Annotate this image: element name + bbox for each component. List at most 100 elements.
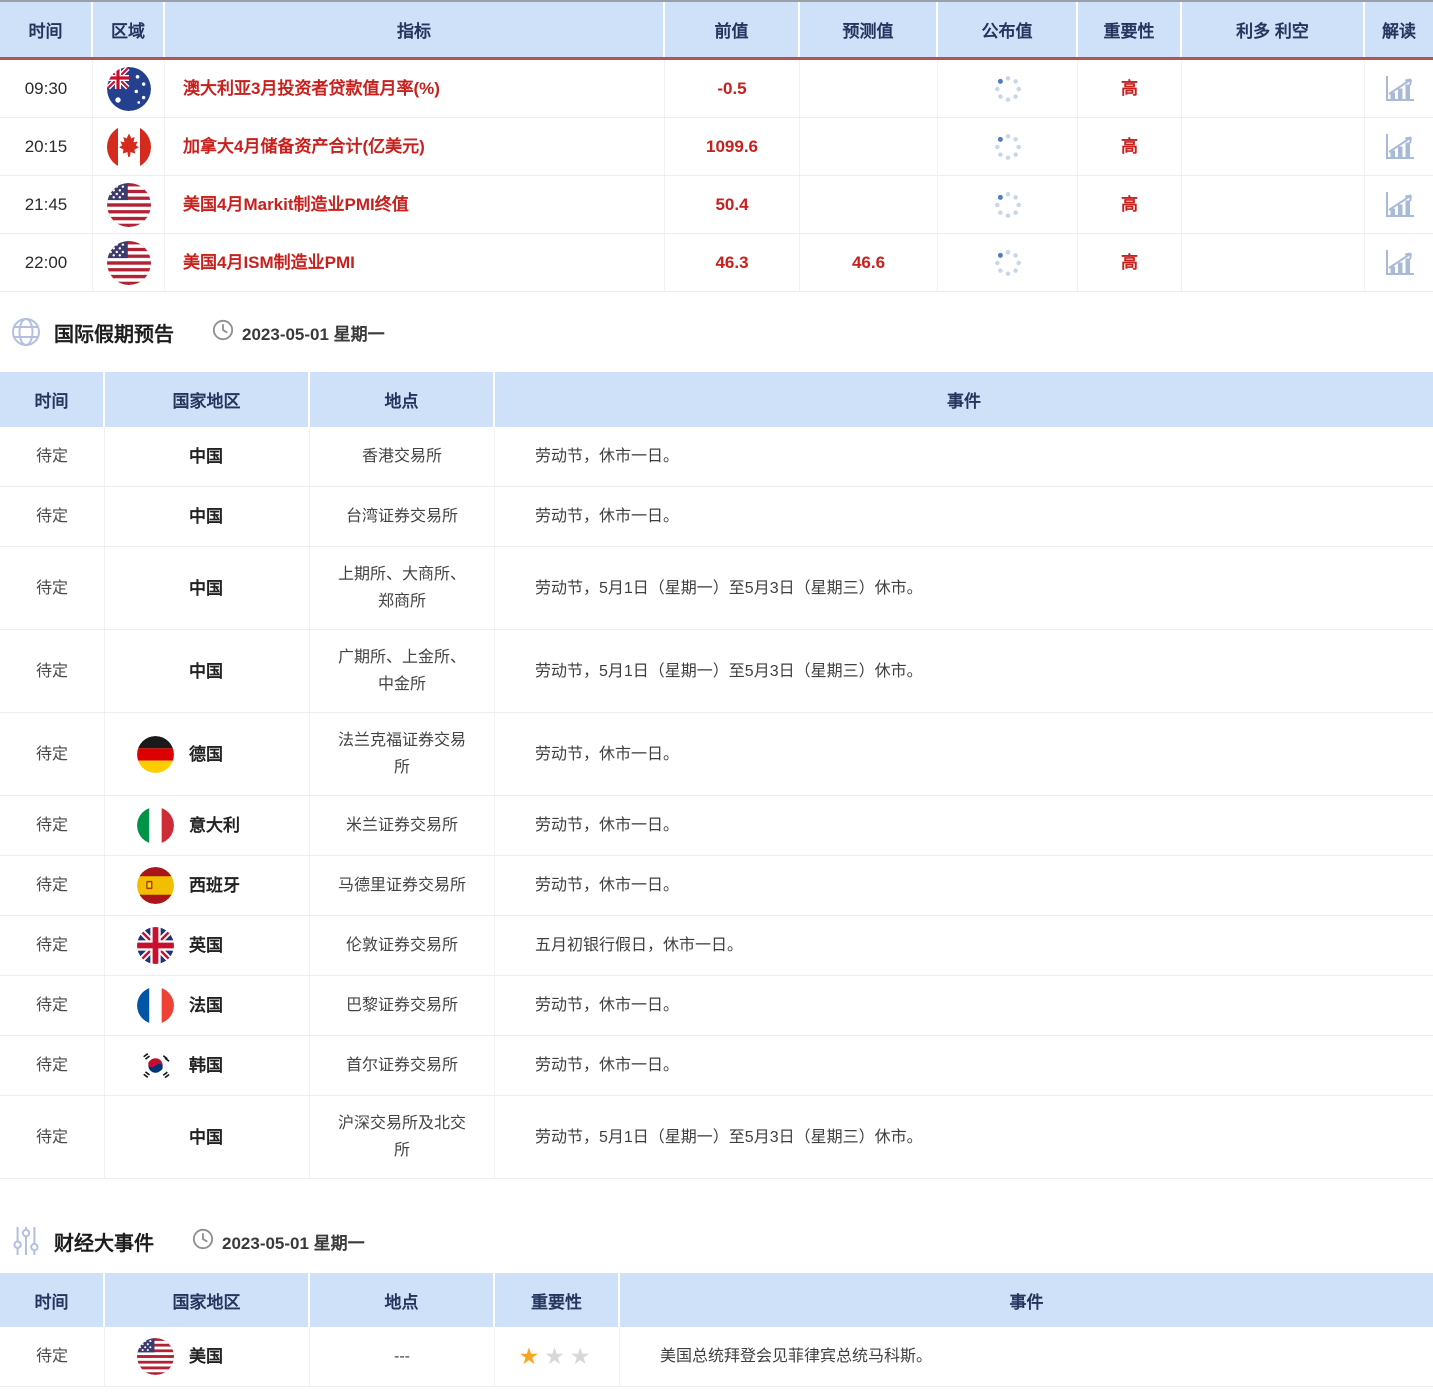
events-table-header: 时间 国家地区 地点 重要性 事件: [0, 1273, 1433, 1327]
col-header-bull-bear: 利多 利空: [1182, 2, 1365, 57]
col-header-time: 时间: [0, 1273, 105, 1327]
country-cell: 西班牙: [105, 856, 310, 915]
events-section-date: 2023-05-01 星期一: [192, 1228, 365, 1255]
economic-calendar-header: 时间 区域 指标 前值 预测值 公布值 重要性 利多 利空 解读: [0, 2, 1433, 60]
holiday-section-header: 国际假期预告 2023-05-01 星期一: [0, 314, 1433, 350]
economic-calendar-body: 09:30 澳大利亚3月投资者贷款值月率(%) -0.5 高 20:15 加拿大4…: [0, 60, 1433, 292]
sliders-icon: [10, 1225, 42, 1257]
flag-usa-icon: [106, 240, 151, 285]
event-text: 劳动节，休市一日。: [535, 508, 680, 525]
country-cell: 英国: [105, 916, 310, 975]
col-header-interpret: 解读: [1382, 22, 1416, 41]
country-cell: 中国: [105, 1096, 310, 1178]
forecast-value-cell: 46.6: [800, 234, 938, 291]
place-value: 马德里证券交易所: [337, 877, 466, 894]
holiday-row: 待定 中国 上期所、大商所、郑商所 劳动节，5月1日（星期一）至5月3日（星期三）休市…: [0, 547, 1433, 630]
flag-italy-icon: [137, 807, 174, 844]
country-cell: 美国: [105, 1327, 310, 1386]
country-name: 英国: [189, 936, 223, 955]
time-cell: 待定: [0, 427, 105, 486]
flag-slot: [137, 867, 189, 905]
events-table-body: 待定 美国 --- ★★★ 美国总统拜登会见菲律宾总统马科斯。: [0, 1327, 1433, 1387]
country-wrap: 中国: [137, 569, 223, 607]
flag-slot: [137, 987, 189, 1025]
place-value: 香港交易所: [361, 448, 442, 465]
country-name: 法国: [189, 996, 223, 1015]
loading-spinner-icon: [993, 74, 1023, 104]
event-cell: 劳动节，5月1日（星期一）至5月3日（星期三）休市。: [495, 1096, 1433, 1178]
time-cell: 待定: [0, 976, 105, 1035]
event-text: 劳动节，休市一日。: [535, 1057, 680, 1074]
country-name: 意大利: [189, 816, 240, 835]
event-cell: 劳动节，休市一日。: [495, 1036, 1433, 1095]
star-empty-icon: ★: [544, 1343, 570, 1369]
time-value: 待定: [35, 448, 68, 465]
time-value: 待定: [35, 745, 68, 763]
country-name: 德国: [189, 744, 223, 764]
flag-usa-icon: [106, 182, 151, 227]
event-text: 劳动节，5月1日（星期一）至5月3日（星期三）休市。: [535, 579, 923, 597]
country-wrap: 中国: [137, 652, 223, 690]
col-header-time: 时间: [0, 372, 105, 427]
holiday-row: 待定 英国 伦敦证券交易所 五月初银行假日，休市一日。: [0, 916, 1433, 976]
region-cell: [93, 176, 165, 233]
holiday-table: 时间 国家地区 地点 事件 待定 中国 香港交易所 劳动节，休市一日。 待定 中国 台湾证券…: [0, 372, 1433, 1179]
country-name: 中国: [189, 507, 223, 526]
previous-value: 1099.6: [706, 137, 758, 156]
time-value: 待定: [35, 1348, 68, 1365]
col-header-region: 区域: [93, 2, 165, 57]
place-cell: 广期所、上金所、中金所: [310, 630, 495, 712]
event-text: 劳动节，休市一日。: [535, 817, 680, 834]
country-name: 韩国: [189, 1056, 223, 1075]
previous-value: -0.5: [717, 79, 747, 98]
interpret-cell: [1365, 234, 1433, 291]
interpret-chart-icon[interactable]: [1381, 73, 1417, 105]
holiday-row: 待定 中国 沪深交易所及北交所 劳动节，5月1日（星期一）至5月3日（星期三）休市。: [0, 1096, 1433, 1179]
holiday-date-text: 2023-05-01 星期一: [242, 324, 385, 344]
star-empty-icon: ★: [569, 1343, 596, 1369]
event-text: 劳动节，5月1日（星期一）至5月3日（星期三）休市。: [535, 662, 923, 680]
events-section-title: 财经大事件: [54, 1232, 154, 1255]
interpret-chart-icon[interactable]: [1381, 247, 1417, 279]
event-cell: 劳动节，5月1日（星期一）至5月3日（星期三）休市。: [495, 547, 1433, 629]
star-filled-icon: ★: [518, 1343, 545, 1369]
country-cell: 中国: [105, 427, 310, 486]
col-header-place: 地点: [310, 1273, 495, 1327]
flag-slot: [137, 498, 189, 536]
time-value: 待定: [35, 817, 68, 834]
previous-value-cell: 46.3: [665, 234, 800, 291]
event-text: 劳动节，休市一日。: [535, 997, 680, 1014]
indicator-link[interactable]: 美国4月Markit制造业PMI终值: [183, 191, 409, 218]
place-value: 伦敦证券交易所: [345, 937, 458, 954]
place-cell: 巴黎证券交易所: [310, 976, 495, 1035]
event-cell: 劳动节，休市一日。: [495, 976, 1433, 1035]
financial-calendar-page: 时间 区域 指标 前值 预测值 公布值 重要性 利多 利空 解读 09:30 澳…: [0, 0, 1433, 1387]
interpret-chart-icon[interactable]: [1381, 131, 1417, 163]
event-cell: 劳动节，休市一日。: [495, 796, 1433, 855]
time-value: 待定: [35, 1057, 68, 1074]
col-header-published: 公布值: [938, 2, 1078, 57]
loading-spinner-icon: [993, 248, 1023, 278]
calendar-row: 21:45 美国4月Markit制造业PMI终值 50.4 高: [0, 176, 1433, 234]
country-wrap: 中国: [137, 1118, 223, 1156]
country-wrap: 中国: [137, 498, 223, 536]
indicator-link[interactable]: 美国4月ISM制造业PMI: [183, 249, 355, 276]
interpret-chart-icon[interactable]: [1381, 189, 1417, 221]
time-cell: 待定: [0, 1327, 105, 1386]
indicator-cell: 加拿大4月储备资产合计(亿美元): [165, 118, 665, 175]
clock-icon: [192, 1228, 214, 1255]
col-header-event: 事件: [1009, 1292, 1044, 1312]
calendar-row: 09:30 澳大利亚3月投资者贷款值月率(%) -0.5 高: [0, 60, 1433, 118]
indicator-link[interactable]: 加拿大4月储备资产合计(亿美元): [183, 133, 425, 160]
previous-value-cell: 50.4: [665, 176, 800, 233]
event-cell: 劳动节，休市一日。: [495, 713, 1433, 795]
holiday-row: 待定 法国 巴黎证券交易所 劳动节，休市一日。: [0, 976, 1433, 1036]
indicator-link[interactable]: 澳大利亚3月投资者贷款值月率(%): [183, 75, 440, 102]
indicator-cell: 美国4月ISM制造业PMI: [165, 234, 665, 291]
time-value: 22:00: [24, 253, 68, 272]
place-value: 法兰克福证券交易所: [337, 732, 466, 776]
forecast-value-cell: [800, 176, 938, 233]
time-cell: 待定: [0, 630, 105, 712]
place-cell: ---: [310, 1327, 495, 1386]
time-cell: 待定: [0, 1036, 105, 1095]
